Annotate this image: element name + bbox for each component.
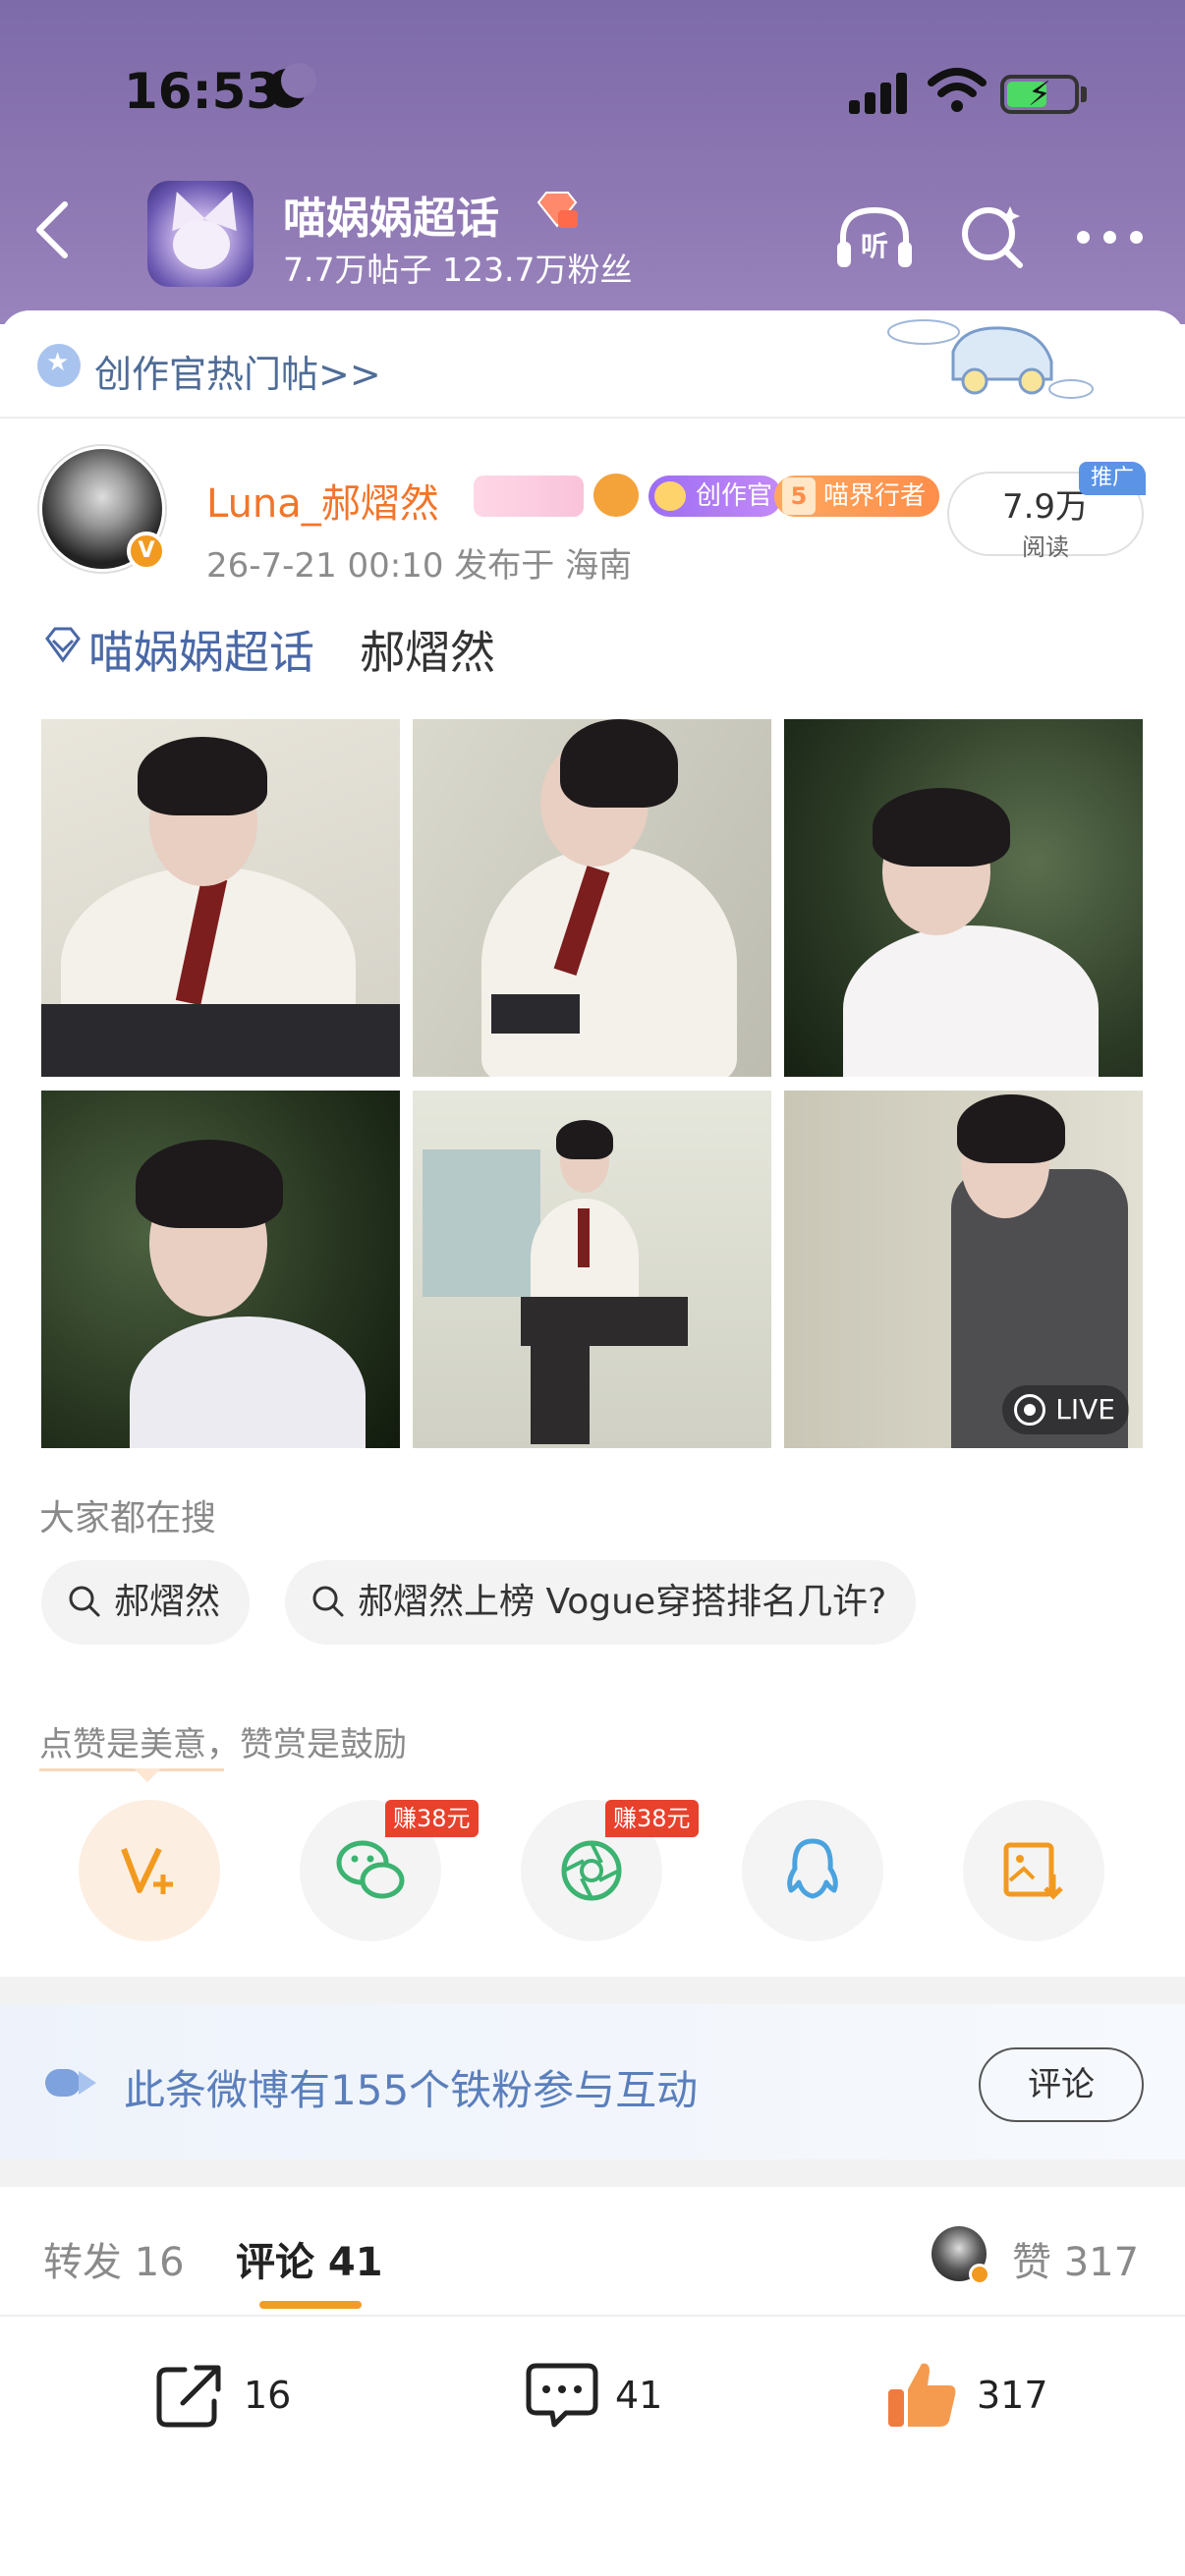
thumbs-up-icon (888, 2363, 956, 2427)
post-photo[interactable] (413, 719, 771, 1077)
moments-icon (561, 1840, 622, 1901)
comment-button[interactable]: 评论 (979, 2047, 1144, 2122)
like-count: 317 (977, 2374, 1048, 2417)
section-gap (0, 2159, 1185, 2187)
share-count: 16 (244, 2374, 292, 2417)
tab-like[interactable]: 赞 317 (1012, 2230, 1139, 2287)
fans-icon (45, 2069, 96, 2097)
search-chip[interactable]: 郝熠然上榜 Vogue穿搭排名几许? (285, 1560, 917, 1645)
search-icon (69, 1586, 100, 1617)
verified-icon: V (127, 532, 166, 571)
divider (0, 2315, 1185, 2317)
live-badge[interactable]: LIVE (1002, 1385, 1129, 1434)
liker-avatar[interactable] (931, 2226, 990, 2285)
tab-comment[interactable]: 评论 41 (236, 2230, 383, 2287)
wifi-icon (928, 68, 987, 112)
search-chip-label: 郝熠然 (114, 1582, 221, 1622)
level-badge-icon (536, 192, 578, 228)
battery-cap (1081, 86, 1087, 102)
support-underline (39, 1768, 224, 1771)
tab-active-indicator (259, 2301, 362, 2309)
group-stats: 7.7万帖子 123.7万粉丝 (283, 251, 633, 289)
fish-badge-icon (593, 474, 639, 517)
level-badge (474, 476, 584, 517)
tip-v-plus-icon (121, 1847, 173, 1894)
reads-label: 阅读 (1022, 533, 1069, 561)
cellular-signal-icon (849, 73, 908, 114)
post-photo[interactable] (784, 719, 1143, 1077)
group-avatar[interactable] (147, 181, 254, 287)
topic-text: 郝熠然 (360, 626, 495, 679)
hot-posts-link[interactable]: 创作官热门帖>> (94, 344, 381, 398)
status-time: 16:53 (124, 63, 281, 120)
group-name[interactable]: 喵娲娲超话 (283, 183, 499, 246)
verified-icon (969, 2264, 990, 2285)
username[interactable]: Luna_郝熠然 (206, 472, 439, 529)
search-chip-label: 郝熠然上榜 Vogue穿搭排名几许? (358, 1582, 887, 1622)
post-meta: 26-7-21 00:10 发布于 海南 (206, 546, 633, 586)
search-heading: 大家都在搜 (39, 1498, 217, 1539)
qq-share-button[interactable] (742, 1800, 883, 1941)
topic-link[interactable]: 喵娲娲超话 (88, 617, 314, 682)
earn-tag: 赚38元 (605, 1800, 699, 1837)
search-icon[interactable] (959, 202, 1028, 271)
support-caret (134, 1768, 161, 1782)
qq-icon (787, 1838, 838, 1899)
save-image-button[interactable] (963, 1800, 1104, 1941)
post-photo[interactable] (41, 719, 400, 1077)
moon-icon (267, 63, 316, 108)
car-decoration-icon (887, 319, 1094, 399)
section-gap (0, 1977, 1185, 2004)
fans-text: 此条微博有155个铁粉参与互动 (124, 2066, 699, 2114)
live-icon (1014, 1394, 1046, 1426)
save-image-icon (1003, 1842, 1063, 1900)
live-label: LIVE (1055, 1393, 1115, 1426)
post-photo[interactable] (41, 1091, 400, 1448)
listen-label: 听 (861, 230, 888, 262)
wechat-icon (336, 1840, 405, 1899)
creator-badge[interactable]: 创作官 (649, 476, 783, 517)
promo-tag: 推广 (1079, 462, 1146, 495)
earn-tag: 赚38元 (385, 1800, 479, 1837)
comment-count: 41 (615, 2374, 663, 2417)
battery-icon: ⚡ (1000, 75, 1079, 114)
header: 16:53 ⚡ 喵娲娲超话 7.7万帖子 123.7万粉丝 听 (0, 0, 1185, 324)
tab-repost[interactable]: 转发 16 (43, 2230, 185, 2287)
post-photo[interactable] (413, 1091, 771, 1448)
topic-diamond-icon (45, 627, 81, 663)
search-chip[interactable]: 郝熠然 (41, 1560, 251, 1645)
more-icon[interactable] (1077, 228, 1146, 248)
search-icon (312, 1586, 344, 1617)
listen-icon[interactable]: 听 (833, 204, 916, 273)
back-icon[interactable] (29, 200, 77, 259)
share-icon (156, 2365, 221, 2428)
explorer-badge[interactable]: 喵界行者 (774, 476, 940, 517)
star-icon (37, 344, 81, 387)
support-text: 点赞是美意，赞赏是鼓励 (39, 1725, 407, 1764)
post-photo[interactable]: LIVE (784, 1091, 1143, 1448)
tip-button[interactable] (79, 1800, 220, 1941)
user-avatar[interactable]: V (39, 446, 166, 572)
comment-icon (526, 2363, 598, 2428)
